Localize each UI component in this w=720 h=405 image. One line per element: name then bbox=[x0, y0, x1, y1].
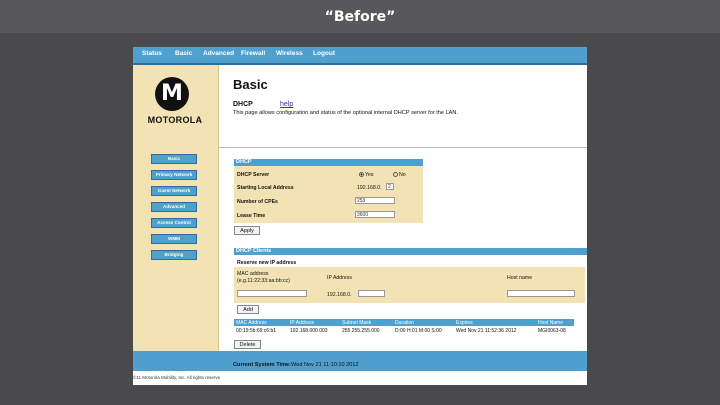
dhcp-panel-header: DHCP bbox=[234, 159, 423, 166]
nav-advanced[interactable]: Advanced bbox=[203, 50, 234, 57]
ip-prefix: 192.168.0. bbox=[327, 292, 352, 298]
lease-time-input[interactable]: 3600 bbox=[355, 211, 395, 218]
sidebar-item-basic[interactable]: Basic bbox=[151, 154, 197, 164]
cell-host: MGI0063-08 bbox=[538, 328, 566, 334]
lease-time-label: Lease Time bbox=[237, 213, 266, 219]
router-screenshot: Status Basic Advanced Firewall Wireless … bbox=[133, 47, 587, 385]
start-address-input[interactable]: 2 bbox=[386, 183, 394, 190]
system-time-label: Current System Time: bbox=[233, 362, 292, 368]
cell-subnet: 255.255.255.000 bbox=[342, 328, 380, 334]
col-mac: MAC Address bbox=[236, 320, 267, 326]
cell-mac: 00:19:5b:69:c6:b1 bbox=[236, 328, 277, 334]
col-ip: IP Address bbox=[290, 320, 315, 326]
cpes-label: Number of CPEs bbox=[237, 199, 278, 205]
page-description: This page allows configuration and statu… bbox=[233, 110, 459, 116]
sidebar-item-primary-network[interactable]: Primary Network bbox=[151, 170, 197, 180]
dhcp-yes-option[interactable]: Yes bbox=[359, 172, 373, 178]
radio-yes-icon[interactable] bbox=[359, 172, 364, 178]
sidebar-item-access-control[interactable]: Access Control bbox=[151, 218, 197, 228]
top-nav: Status Basic Advanced Firewall Wireless … bbox=[133, 47, 587, 65]
logo-letter: M bbox=[161, 81, 183, 106]
host-input[interactable] bbox=[507, 290, 575, 297]
col-subnet: Subnet Mask bbox=[342, 320, 372, 326]
dhcp-server-label: DHCP Server bbox=[237, 172, 270, 178]
dhcp-yes-label: Yes bbox=[365, 172, 374, 178]
host-label: Host name bbox=[507, 275, 533, 281]
sidebar-item-bridging[interactable]: Bridging bbox=[151, 250, 197, 260]
slide-title: “Before” bbox=[324, 9, 396, 25]
ip-label: IP Address bbox=[327, 275, 352, 281]
ip-input[interactable] bbox=[358, 290, 385, 297]
clients-table-header: MAC Address IP Address Subnet Mask Durat… bbox=[234, 319, 574, 326]
sidebar-item-advanced[interactable]: Advanced bbox=[151, 202, 197, 212]
page-title: Basic bbox=[233, 77, 268, 92]
radio-no-icon[interactable] bbox=[393, 172, 398, 178]
cpes-input[interactable]: 253 bbox=[355, 197, 395, 204]
col-expires: Expires bbox=[456, 320, 473, 326]
col-host: Host Name bbox=[538, 320, 564, 326]
mac-label: MAC address bbox=[237, 271, 269, 277]
apply-button[interactable]: Apply bbox=[234, 226, 260, 235]
col-duration: Duration bbox=[395, 320, 414, 326]
nav-basic[interactable]: Basic bbox=[175, 50, 192, 57]
copyright: ©11 Motorola Mobility, Inc. All rights r… bbox=[133, 375, 221, 380]
brand-wordmark: MOTOROLA bbox=[147, 115, 203, 125]
delete-button[interactable]: Delete bbox=[234, 340, 261, 349]
footer-bar bbox=[133, 351, 587, 371]
dhcp-no-option[interactable]: No bbox=[393, 172, 406, 178]
reserve-panel bbox=[234, 267, 585, 303]
cell-expires: Wed Nov 21 11:52:36 2012 bbox=[456, 328, 517, 334]
nav-firewall[interactable]: Firewall bbox=[241, 50, 265, 57]
nav-wireless[interactable]: Wireless bbox=[276, 50, 303, 57]
cell-duration: D:00 H:01 M:00 S:00 bbox=[395, 328, 442, 334]
sidebar-item-wmm[interactable]: WMM bbox=[151, 234, 197, 244]
add-button[interactable]: Add bbox=[237, 305, 259, 314]
divider bbox=[218, 147, 587, 148]
reserve-title: Reserve new IP address bbox=[237, 260, 297, 266]
nav-logout[interactable]: Logout bbox=[313, 50, 335, 57]
help-link[interactable]: help bbox=[280, 101, 293, 108]
mac-hint: (e.g.11:22:33:aa:bb:cc) bbox=[237, 278, 290, 284]
cell-ip: 192.168.000.003 bbox=[290, 328, 328, 334]
sidebar-item-guest-network[interactable]: Guest Network bbox=[151, 186, 197, 196]
section-label: DHCP bbox=[233, 101, 253, 108]
nav-status[interactable]: Status bbox=[142, 50, 162, 57]
table-row: 00:19:5b:69:c6:b1 192.168.000.003 255.25… bbox=[234, 328, 574, 336]
dhcp-no-label: No bbox=[399, 172, 406, 178]
system-time-value: Wed Nov 21 11:10:10 2012 bbox=[291, 362, 359, 368]
sidebar: M MOTOROLA Basic Primary Network Guest N… bbox=[133, 65, 219, 351]
start-address-prefix: 192.168.0. bbox=[357, 185, 382, 191]
system-time: Current System Time:Wed Nov 21 11:10:10 … bbox=[233, 362, 359, 368]
mac-input[interactable] bbox=[237, 290, 307, 297]
clients-panel-header: DHCP Clients bbox=[234, 248, 587, 255]
start-address-label: Starting Local Address bbox=[237, 185, 294, 191]
